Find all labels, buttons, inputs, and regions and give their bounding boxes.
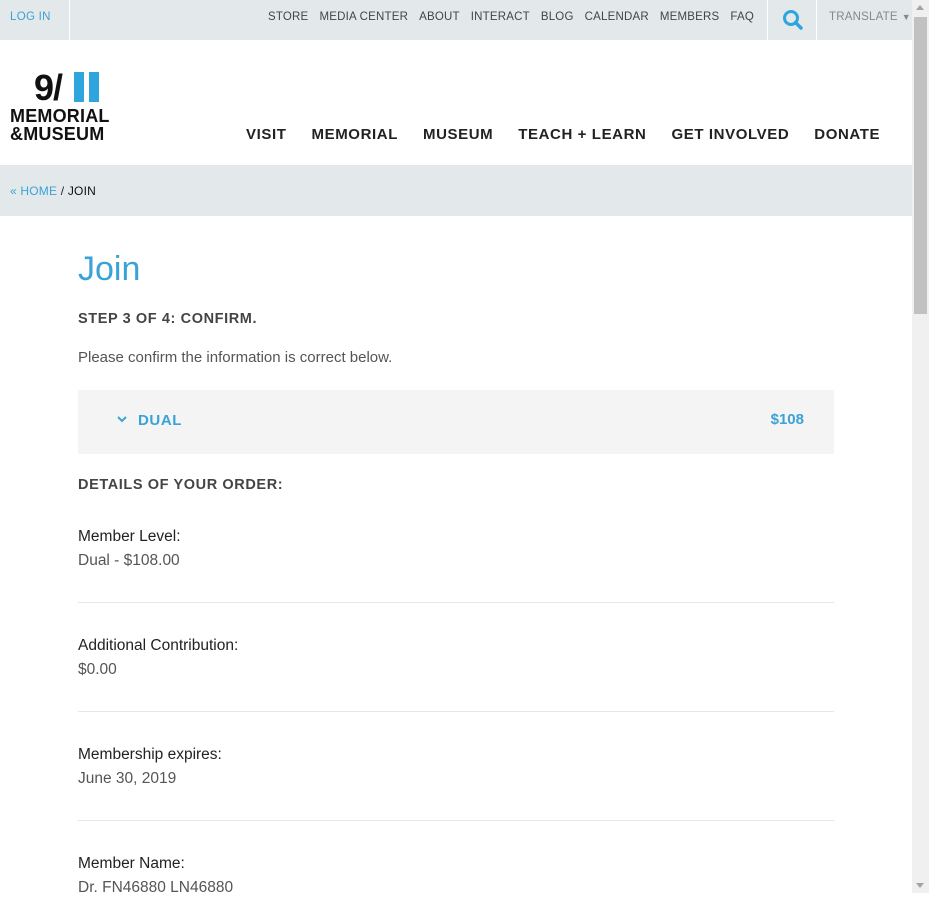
detail-label: Membership expires: xyxy=(78,746,222,763)
detail-value: $0.00 xyxy=(78,661,117,678)
logo-number: 9/ xyxy=(34,67,63,108)
logo-bars xyxy=(72,72,100,102)
logo[interactable]: 9/ MEMORIAL &MUSEUM xyxy=(10,67,130,145)
page-title: Join xyxy=(78,250,141,288)
level-name: DUAL xyxy=(138,412,183,429)
detail-member-name: Member Name: Dr. FN46880 LN46880 xyxy=(78,855,834,897)
util-link-members[interactable]: MEMBERS xyxy=(660,11,720,23)
detail-member-level: Member Level: Dual - $108.00 xyxy=(78,528,834,570)
detail-label: Additional Contribution: xyxy=(78,637,239,654)
util-link-faq[interactable]: FAQ xyxy=(730,11,754,23)
detail-value: Dual - $108.00 xyxy=(78,552,180,569)
search-button[interactable] xyxy=(767,0,817,40)
nav-get-involved[interactable]: GET INVOLVED xyxy=(671,126,789,143)
util-link-blog[interactable]: BLOG xyxy=(541,11,574,23)
divider xyxy=(78,711,834,712)
main-nav: VISIT MEMORIAL MUSEUM TEACH + LEARN GET … xyxy=(246,126,905,143)
site-header: 9/ MEMORIAL &MUSEUM VISIT MEMORIAL MUSEU… xyxy=(0,40,912,165)
chevron-down-icon xyxy=(117,416,127,423)
divider xyxy=(78,820,834,821)
instructions-text: Please confirm the information is correc… xyxy=(78,349,393,366)
detail-label: Member Name: xyxy=(78,855,185,872)
scrollbar[interactable] xyxy=(912,0,929,893)
util-link-about[interactable]: ABOUT xyxy=(419,11,460,23)
util-link-media-center[interactable]: MEDIA CENTER xyxy=(319,11,408,23)
nav-donate[interactable]: DONATE xyxy=(814,126,880,143)
breadcrumb: « HOME / JOIN xyxy=(0,165,912,216)
caret-down-icon: ▼ xyxy=(901,12,911,22)
breadcrumb-home[interactable]: « HOME xyxy=(10,184,57,198)
scroll-up-icon[interactable] xyxy=(916,5,924,10)
util-link-store[interactable]: STORE xyxy=(268,11,308,23)
scroll-down-icon[interactable] xyxy=(916,883,924,888)
translate-dropdown[interactable]: TRANSLATE ▼ xyxy=(829,11,911,23)
translate-label: TRANSLATE xyxy=(829,11,898,23)
login-box: LOG IN xyxy=(0,0,70,40)
nav-visit[interactable]: VISIT xyxy=(246,126,287,143)
breadcrumb-inner: « HOME / JOIN xyxy=(10,184,96,198)
logo-bar-right xyxy=(89,72,99,102)
details-heading: DETAILS OF YOUR ORDER: xyxy=(78,477,284,493)
util-link-calendar[interactable]: CALENDAR xyxy=(585,11,649,23)
util-link-interact[interactable]: INTERACT xyxy=(471,11,530,23)
nav-teach-learn[interactable]: TEACH + LEARN xyxy=(518,126,646,143)
membership-level-toggle[interactable]: DUAL $108 xyxy=(78,390,834,454)
utility-bar: LOG IN STORE MEDIA CENTER ABOUT INTERACT… xyxy=(0,0,912,40)
nav-memorial[interactable]: MEMORIAL xyxy=(312,126,398,143)
divider xyxy=(78,602,834,603)
detail-additional-contribution: Additional Contribution: $0.00 xyxy=(78,637,834,679)
scrollbar-thumb[interactable] xyxy=(914,17,927,314)
nav-museum[interactable]: MUSEUM xyxy=(423,126,493,143)
detail-membership-expires: Membership expires: June 30, 2019 xyxy=(78,746,834,788)
logo-bar-left xyxy=(74,72,84,102)
detail-value: June 30, 2019 xyxy=(78,770,177,787)
breadcrumb-current: JOIN xyxy=(67,184,96,198)
step-indicator: STEP 3 OF 4: CONFIRM. xyxy=(78,311,258,327)
breadcrumb-separator: / xyxy=(60,184,65,198)
search-icon xyxy=(783,10,803,30)
utility-links: STORE MEDIA CENTER ABOUT INTERACT BLOG C… xyxy=(257,11,754,23)
detail-value: Dr. FN46880 LN46880 xyxy=(78,879,234,896)
login-link[interactable]: LOG IN xyxy=(10,11,51,23)
detail-label: Member Level: xyxy=(78,528,181,545)
logo-line-museum: &MUSEUM xyxy=(10,124,105,144)
level-price: $108 xyxy=(770,411,804,428)
